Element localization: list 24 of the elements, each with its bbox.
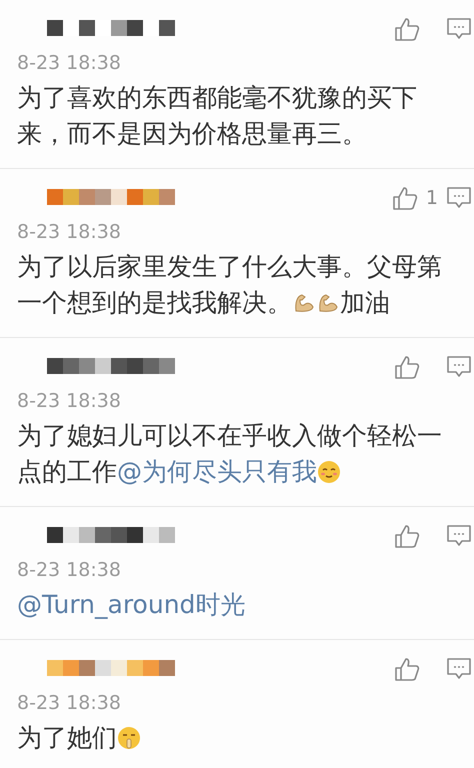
comment-time: 8-23 18:38 <box>17 559 122 581</box>
comment-time: 8-23 18:38 <box>17 692 122 714</box>
comment-icon[interactable] <box>446 524 472 548</box>
thumbs-up-icon[interactable] <box>392 185 418 211</box>
comment-time: 8-23 18:38 <box>17 221 122 243</box>
thumbs-up-icon[interactable] <box>394 16 420 42</box>
comment-icon[interactable] <box>446 355 472 379</box>
smiling-face-icon <box>317 460 341 484</box>
thumbs-up-icon[interactable] <box>394 656 420 682</box>
user-mention-link[interactable]: @为何尽头只有我 <box>117 457 317 486</box>
comment-time: 8-23 18:38 <box>17 390 122 412</box>
shushing-face-icon <box>117 726 141 750</box>
comment-icon[interactable] <box>446 186 472 210</box>
like-count: 1 <box>426 187 438 209</box>
comment-time: 8-23 18:38 <box>17 52 122 74</box>
comment-text: 为了媳妇儿可以不在乎收入做个轻松一点的工作@为何尽头只有我 <box>17 420 443 488</box>
user-mention-link[interactable]: @Turn_around时光 <box>17 590 246 619</box>
comment-text: 为了以后家里发生了什么大事。父母第一个想到的是找我解决。 加油 <box>17 251 443 319</box>
comment-text: 为了她们 <box>17 720 453 756</box>
comment-icon[interactable] <box>446 657 472 681</box>
comment-text: 为了喜欢的东西都能毫不犹豫的买下来，而不是因为价格思量再三。 <box>17 82 418 150</box>
thumbs-up-icon[interactable] <box>394 523 420 549</box>
thumbs-up-icon[interactable] <box>394 354 420 380</box>
comment-icon[interactable] <box>446 17 472 41</box>
